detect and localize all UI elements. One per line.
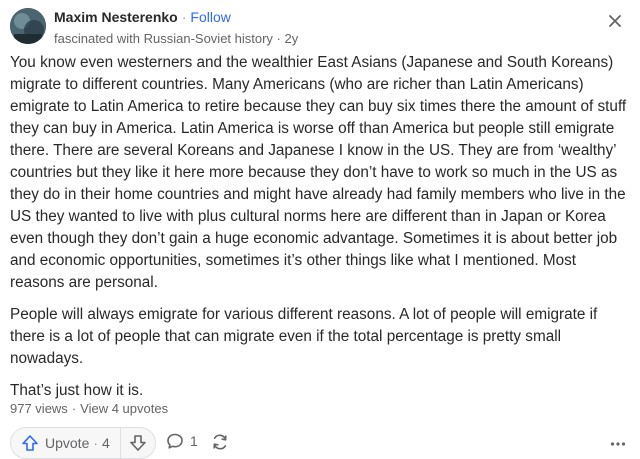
upvote-button[interactable]: Upvote · 4 [11,428,120,458]
close-icon[interactable] [606,12,624,30]
share-button[interactable] [210,432,230,457]
answer-stats: 977 views · View 4 upvotes [10,401,168,416]
answer-paragraph: You know even westerners and the wealthi… [10,54,627,291]
arrow-up-icon [22,435,38,451]
view-upvotes-link[interactable]: View 4 upvotes [80,401,168,416]
upvote-label: Upvote [45,435,90,451]
answer-paragraph: That’s just how it is. [10,382,144,399]
author-credential: fascinated with Russian-Soviet history ·… [54,31,299,46]
comment-count: 1 [190,433,198,449]
answer-body: You know even westerners and the wealthi… [10,52,630,412]
header-separator: · [181,9,187,25]
follow-button[interactable]: Follow [190,9,230,25]
comment-bubble-icon [167,433,183,449]
author-header: Maxim Nesterenko · Follow [54,9,231,25]
more-options-button[interactable] [610,436,626,454]
comment-button[interactable]: 1 [166,432,198,450]
author-name[interactable]: Maxim Nesterenko [54,9,178,25]
upvote-separator: · [93,435,99,451]
avatar[interactable] [10,8,46,44]
arrow-down-icon [130,435,146,451]
view-count: 977 views [10,401,68,416]
vote-control: Upvote · 4 [10,427,156,459]
answer-paragraph: People will always emigrate for various … [10,306,598,367]
stats-separator: · [71,401,77,416]
share-arrows-icon [213,434,227,450]
downvote-button[interactable] [121,428,155,458]
more-dots-icon [610,442,626,446]
upvote-count: 4 [102,435,110,451]
